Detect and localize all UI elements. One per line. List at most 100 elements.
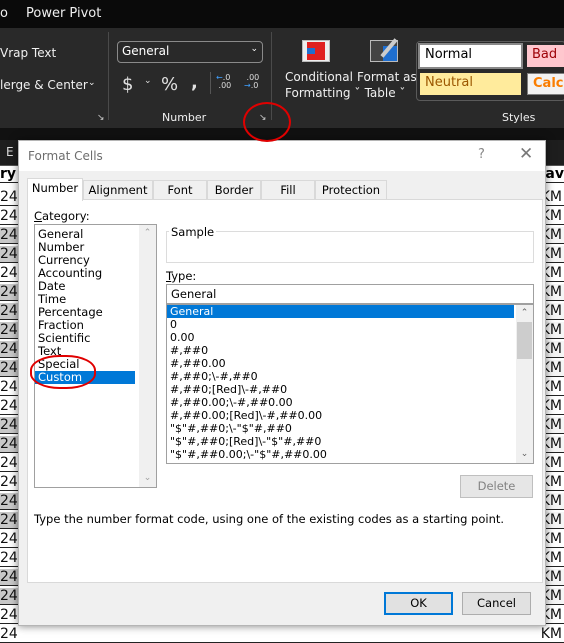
percent-icon[interactable]: % (161, 74, 178, 95)
sheet-cell-left[interactable]: 24 (0, 550, 18, 566)
conditional-formatting-line2: Formatting ˇ (285, 86, 361, 100)
number-format-value: General (122, 44, 170, 58)
type-option[interactable]: #,##0 (167, 344, 514, 357)
decrease-decimal-icon[interactable]: .00 →.0 (244, 74, 259, 90)
sheet-cell-left[interactable]: 24 (0, 246, 18, 262)
help-button[interactable]: ? (478, 147, 485, 162)
number-group-label: Number (162, 111, 207, 124)
sheet-cell-left[interactable]: 24 (0, 436, 18, 452)
sheet-cell-left[interactable]: 24 (0, 208, 18, 224)
sheet-cell-left[interactable]: 24 (0, 512, 18, 528)
scrollbar-thumb[interactable] (517, 322, 532, 359)
tab-alignment[interactable]: Alignment (83, 180, 153, 200)
ribbon: Vrap Text lerge & Center ⌄ ↘ General ⌄ $… (0, 28, 564, 128)
type-option[interactable]: #,##0.00;[Red]\-#,##0.00 (167, 409, 514, 422)
sheet-cell-left[interactable]: 24 (0, 379, 18, 395)
type-input[interactable]: General (166, 284, 534, 304)
currency-dropdown-chevron-icon[interactable]: ⌄ (144, 76, 152, 86)
number-dialog-launcher-icon[interactable]: ↘ (259, 113, 269, 123)
sheet-cell-left[interactable]: 24 (0, 493, 18, 509)
comma-style-icon[interactable]: , (191, 72, 198, 93)
ok-button[interactable]: OK (384, 592, 453, 615)
separator (210, 72, 211, 94)
conditional-formatting-line1: Conditional (285, 70, 353, 84)
type-option[interactable]: #,##0.00;\-#,##0.00 (167, 396, 514, 409)
number-format-select[interactable]: General ⌄ (117, 41, 263, 63)
type-label-text: ype: (171, 269, 197, 283)
style-normal[interactable]: Normal (418, 43, 523, 69)
delete-button[interactable]: Delete (460, 475, 533, 498)
sheet-cell-left[interactable]: 24 (0, 474, 18, 490)
format-cells-dialog: Format Cells ? ✕ Number Alignment Font B… (18, 140, 546, 626)
category-label: Category: (34, 209, 90, 223)
style-calculation[interactable]: Calcu (527, 73, 564, 95)
category-item-custom[interactable]: Custom (35, 371, 135, 384)
sheet-cell-left[interactable]: 24 (0, 417, 18, 433)
conditional-formatting-icon[interactable] (302, 40, 330, 62)
sheet-cell-left[interactable]: 24 (0, 227, 18, 243)
tab-border[interactable]: Border (207, 180, 261, 200)
merge-center-button[interactable]: lerge & Center (0, 78, 88, 92)
type-option[interactable]: 0 (167, 318, 514, 331)
sheet-cell-left[interactable]: 24 (0, 265, 18, 281)
group-separator (271, 32, 272, 120)
type-option[interactable]: 0.00 (167, 331, 514, 344)
tab-power-pivot[interactable]: Power Pivot (26, 6, 101, 21)
style-neutral[interactable]: Neutral (420, 73, 521, 95)
type-scrollbar[interactable]: ⌃ ⌄ (516, 305, 533, 463)
sheet-cell-left[interactable]: 24 (0, 588, 18, 604)
sheet-cell-left[interactable]: 24 (0, 322, 18, 338)
close-icon[interactable]: ✕ (519, 144, 533, 164)
type-option[interactable]: #,##0;[Red]\-#,##0 (167, 383, 514, 396)
type-option[interactable]: #,##0.00 (167, 357, 514, 370)
conditional-formatting-button[interactable]: Conditional Formatting ˇ (285, 70, 361, 100)
type-option[interactable]: #,##0;\-#,##0 (167, 370, 514, 383)
tab-partial[interactable]: o (0, 6, 8, 21)
currency-icon[interactable]: $ (122, 74, 133, 95)
sheet-cell-left[interactable]: 24 (0, 284, 18, 300)
sheet-cell-left[interactable]: 24 (0, 189, 18, 205)
sheet-cell-left[interactable]: 24 (0, 303, 18, 319)
alignment-dialog-launcher-icon[interactable]: ↘ (97, 113, 107, 123)
sheet-cell-left[interactable]: 24 (0, 607, 18, 623)
menu-bar: o Power Pivot (0, 0, 564, 28)
tab-protection[interactable]: Protection (315, 180, 387, 200)
cancel-button[interactable]: Cancel (462, 592, 531, 615)
tab-fill[interactable]: Fill (261, 180, 315, 200)
dialog-title: Format Cells (28, 149, 103, 163)
merge-dropdown-chevron-icon[interactable]: ⌄ (88, 78, 96, 88)
category-label-text: ategory: (42, 209, 90, 223)
sheet-cell-left[interactable]: 24 (0, 626, 18, 642)
scroll-up-icon[interactable]: ⌃ (139, 225, 156, 242)
sheet-cell-left[interactable]: 24 (0, 398, 18, 414)
tab-font[interactable]: Font (153, 180, 207, 200)
category-listbox[interactable]: General Number Currency Accounting Date Time P… (34, 224, 157, 488)
scroll-down-icon[interactable]: ⌄ (139, 470, 156, 487)
format-as-table-button[interactable]: Format as Table ˇ (357, 70, 417, 100)
type-option[interactable]: "$"#,##0;[Red]\-"$"#,##0 (167, 435, 514, 448)
type-option[interactable]: General (167, 305, 514, 318)
sheet-cell-left[interactable]: 24 (0, 360, 18, 376)
dialog-title-bar: Format Cells ? ✕ (19, 141, 545, 171)
tab-number[interactable]: Number (27, 178, 83, 201)
type-listbox[interactable]: General 0 0.00 #,##0 #,##0.00 #,##0;\-#,##0 #,… (166, 304, 534, 464)
sheet-cell-left[interactable]: 24 (0, 455, 18, 471)
type-option[interactable]: "$"#,##0;\-"$"#,##0 (167, 422, 514, 435)
format-as-table-icon[interactable] (370, 38, 398, 62)
scroll-down-icon[interactable]: ⌄ (516, 446, 533, 463)
category-scrollbar[interactable]: ⌃ ⌄ (139, 225, 156, 487)
style-bad[interactable]: Bad (527, 45, 564, 67)
sheet-row[interactable]: 24 KM (0, 626, 564, 643)
type-label: Type: (166, 269, 196, 283)
wrap-text-button[interactable]: Vrap Text (0, 46, 56, 60)
column-header-e[interactable]: E (6, 145, 14, 159)
sheet-cell-left[interactable]: 24 (0, 569, 18, 585)
sheet-cell-right[interactable]: KM (541, 626, 562, 642)
format-as-table-line1: Format as (357, 70, 417, 84)
type-option[interactable]: "$"#,##0.00;\-"$"#,##0.00 (167, 448, 514, 461)
increase-decimal-icon[interactable]: ←.0 .00 (216, 74, 231, 90)
sheet-cell-left[interactable]: 24 (0, 341, 18, 357)
sheet-cell-left[interactable]: 24 (0, 531, 18, 547)
format-as-table-line2: Table ˇ (364, 86, 406, 100)
scroll-up-icon[interactable]: ⌃ (516, 305, 533, 322)
